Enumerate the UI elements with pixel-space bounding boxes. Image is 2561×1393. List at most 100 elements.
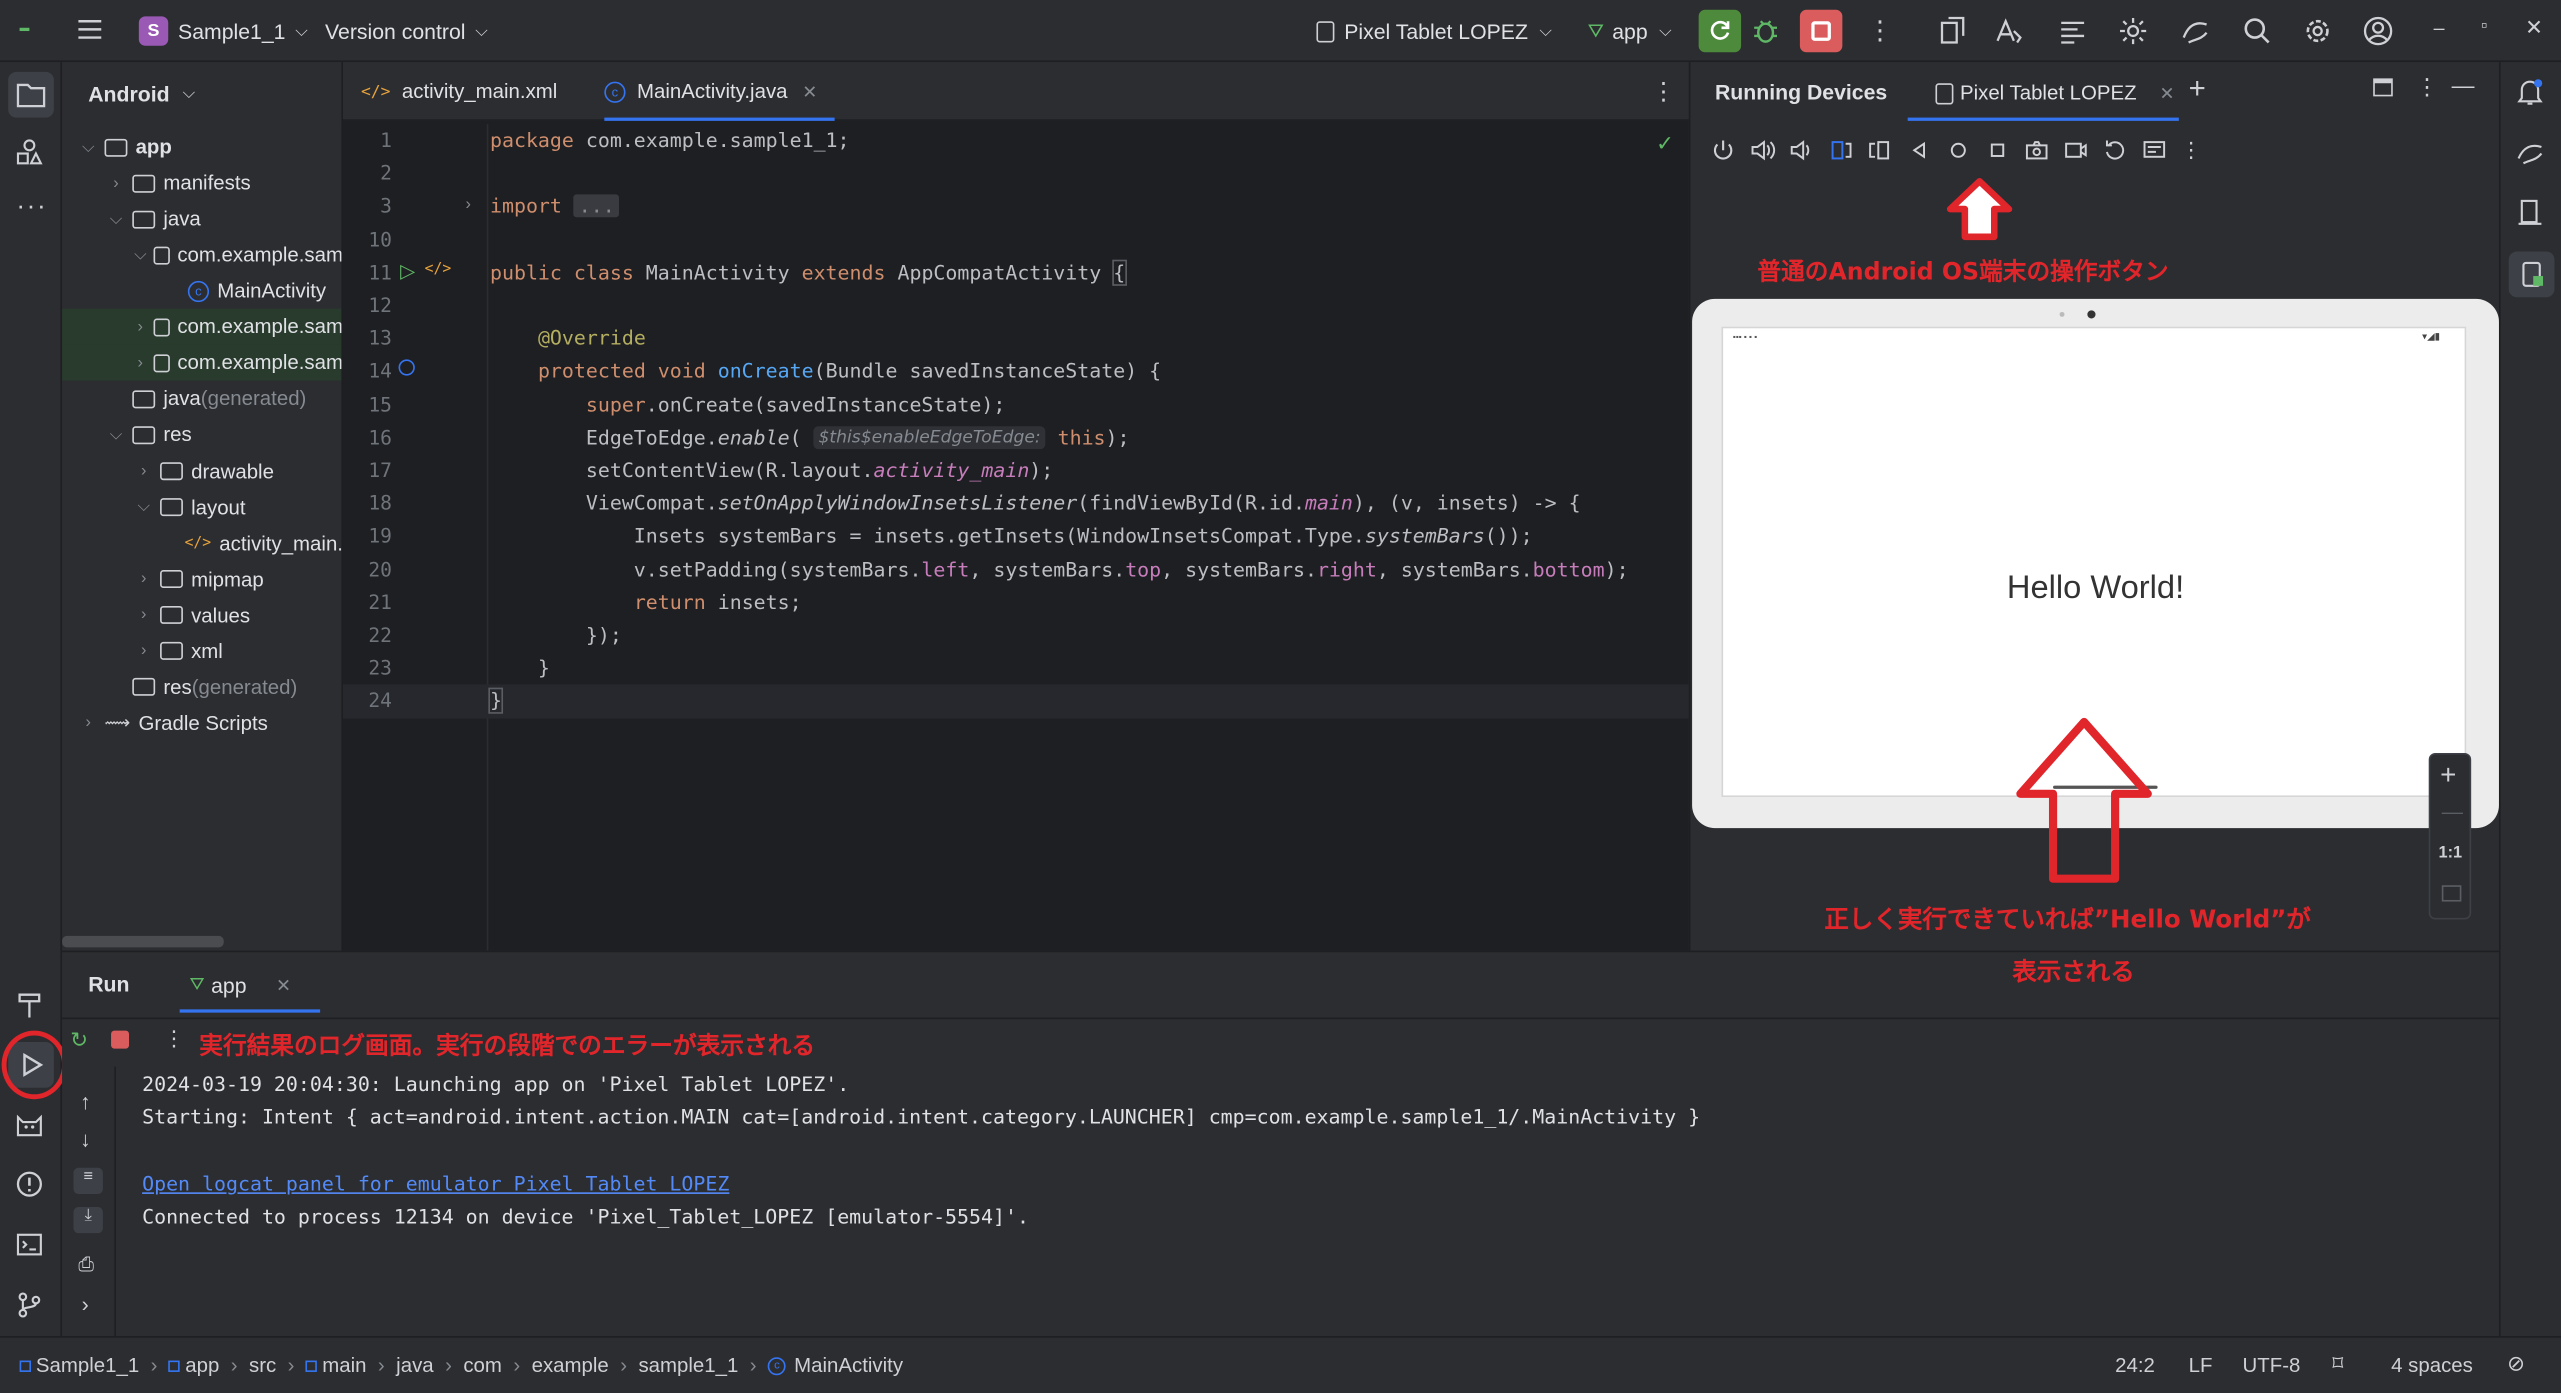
- chevron-right-icon[interactable]: ›: [106, 174, 126, 192]
- tree-item[interactable]: › com.example.sam: [62, 345, 342, 382]
- chevron-right-icon[interactable]: ›: [134, 318, 147, 336]
- horizontal-scrollbar[interactable]: [62, 935, 224, 948]
- line-separator[interactable]: LF: [2189, 1354, 2213, 1377]
- close-tab-icon[interactable]: ✕: [2159, 82, 2174, 104]
- chevron-right-icon[interactable]: ›: [78, 714, 98, 732]
- zoom-fit-icon[interactable]: [2441, 885, 2462, 902]
- scroll-to-end-icon[interactable]: ⤓: [73, 1207, 103, 1234]
- main-menu-icon[interactable]: [75, 15, 104, 44]
- code-line[interactable]: 2: [343, 157, 1689, 190]
- project-selector[interactable]: S Sample1_1 ⌵: [138, 13, 308, 49]
- code-line[interactable]: 13 @Override: [343, 322, 1689, 355]
- tree-item[interactable]: › xml: [62, 633, 341, 669]
- tree-item[interactable]: › mipmap: [62, 561, 341, 597]
- fold-import-chevron-icon[interactable]: ›: [465, 196, 470, 214]
- more-icon[interactable]: ⋮: [1867, 15, 1893, 48]
- chevron-right-icon[interactable]: ›: [134, 462, 154, 480]
- tree-item[interactable]: › ⟿ Gradle Scripts: [62, 706, 341, 742]
- tree-item[interactable]: ⌵ app: [62, 129, 341, 165]
- code-line[interactable]: 3 import ...: [343, 190, 1689, 223]
- overview-square-icon[interactable]: [1984, 137, 2010, 163]
- chevron-right-icon[interactable]: ›: [134, 570, 154, 588]
- sync-gradle-icon[interactable]: [2179, 15, 2212, 48]
- gradle-icon[interactable]: [2515, 137, 2544, 166]
- code-line[interactable]: 15 super .onCreate(savedInstanceState);: [343, 388, 1689, 421]
- add-device-icon[interactable]: +: [2189, 72, 2206, 106]
- tree-item[interactable]: ⌵ res: [62, 417, 341, 453]
- tree-item[interactable]: ⌵ java: [62, 201, 341, 237]
- translate-icon[interactable]: [1993, 15, 2026, 48]
- project-tool-button[interactable]: [8, 71, 54, 118]
- hide-panel-icon[interactable]: —: [2452, 72, 2475, 98]
- chevron-down-icon[interactable]: ⌵: [134, 246, 147, 264]
- device-manager-icon[interactable]: [1935, 15, 1968, 48]
- readonly-toggle-icon[interactable]: ⌑: [2332, 1351, 2343, 1377]
- code-line[interactable]: 10: [343, 223, 1689, 256]
- rerun-icon[interactable]: ↻: [70, 1027, 88, 1053]
- vcs-selector[interactable]: Version control ⌵: [325, 13, 488, 49]
- breadcrumb-item[interactable]: MainActivity: [794, 1354, 903, 1377]
- tree-item[interactable]: ⌵ com.example.sam: [62, 237, 341, 273]
- volume-down-icon[interactable]: [1788, 137, 1814, 163]
- code-line[interactable]: 23 }: [343, 652, 1689, 685]
- tree-item[interactable]: </> activity_main.: [62, 525, 342, 561]
- maximize-icon[interactable]: ▫: [2481, 16, 2487, 36]
- options-more-icon[interactable]: ⋮: [2416, 73, 2439, 101]
- caret-position[interactable]: 24:2: [2115, 1354, 2155, 1377]
- tree-item[interactable]: ⌵ layout: [62, 489, 341, 525]
- tree-item[interactable]: res (generated): [62, 669, 341, 705]
- tab-activity-main-xml[interactable]: </> activity_main.xml: [361, 62, 557, 121]
- code-line[interactable]: 12: [343, 289, 1689, 322]
- zoom-actual-size[interactable]: 1:1: [2439, 844, 2463, 862]
- profiler-icon[interactable]: [2056, 15, 2089, 48]
- tree-item[interactable]: java (generated): [62, 381, 341, 417]
- code-line[interactable]: 20 v.setPadding(systemBars. left, systemB…: [343, 553, 1689, 586]
- close-window-icon[interactable]: ✕: [2525, 15, 2543, 41]
- tree-item[interactable]: › manifests: [62, 165, 341, 201]
- zoom-in-icon[interactable]: +: [2440, 759, 2456, 792]
- resource-manager-icon[interactable]: [15, 137, 44, 166]
- chevron-down-icon[interactable]: ⌵: [78, 138, 98, 156]
- terminal-icon[interactable]: [15, 1230, 44, 1259]
- code-line[interactable]: 11 public class MainActivity extends AppC…: [343, 256, 1689, 289]
- scroll-down-arrow-icon[interactable]: ↓: [80, 1127, 91, 1151]
- soft-wrap-icon[interactable]: ≡: [73, 1167, 103, 1194]
- close-tab-icon[interactable]: ✕: [276, 974, 291, 996]
- tree-item[interactable]: › com.example.sam: [62, 309, 342, 346]
- settings-gear-icon[interactable]: [2117, 15, 2150, 48]
- layout-gutter-icon[interactable]: </>: [425, 261, 452, 277]
- screenshot-camera-icon[interactable]: [2024, 137, 2050, 163]
- code-line[interactable]: 14 protected void onCreate (Bundle savedI…: [343, 355, 1689, 388]
- debug-button[interactable]: [1749, 15, 1782, 48]
- tab-main-activity-java[interactable]: c MainActivity.java ✕: [604, 62, 835, 121]
- breadcrumb-item[interactable]: example: [532, 1354, 609, 1377]
- chevron-down-icon[interactable]: ⌵: [106, 210, 126, 228]
- code-line[interactable]: 24}: [342, 684, 1689, 718]
- git-branch-icon[interactable]: [15, 1290, 44, 1319]
- run-config-selector[interactable]: ⛛ app ⌵: [1588, 13, 1672, 49]
- toolbar-more-icon[interactable]: ⋮: [2180, 137, 2201, 163]
- code-line[interactable]: 19 Insets systemBars = insets.getInsets(…: [343, 520, 1689, 553]
- chevron-right-icon[interactable]: ›: [134, 354, 147, 372]
- scroll-up-arrow-icon[interactable]: ↑: [80, 1089, 91, 1113]
- rotate-left-icon[interactable]: [1828, 137, 1854, 163]
- logcat-icon[interactable]: [15, 1111, 44, 1140]
- breadcrumb-item[interactable]: java: [396, 1354, 433, 1377]
- breadcrumb-item[interactable]: sample1_1: [638, 1354, 738, 1377]
- search-icon[interactable]: [2241, 15, 2274, 48]
- tabs-more-icon[interactable]: ⋮: [1651, 77, 1675, 106]
- device-file-explorer-icon[interactable]: [2515, 198, 2544, 227]
- stop-icon[interactable]: [111, 1030, 130, 1049]
- extended-controls-icon[interactable]: [2141, 137, 2167, 163]
- file-encoding[interactable]: UTF-8: [2243, 1354, 2301, 1377]
- code-line[interactable]: 18 ViewCompat. setOnApplyWindowInsetsList…: [343, 487, 1689, 520]
- home-circle-icon[interactable]: [1945, 137, 1971, 163]
- lock-icon[interactable]: ⊘: [2507, 1351, 2525, 1377]
- chevron-down-icon[interactable]: ⌵: [106, 426, 126, 444]
- rotate-right-icon[interactable]: [1867, 137, 1893, 163]
- zoom-out-icon[interactable]: —: [2442, 799, 2463, 823]
- problems-icon[interactable]: [15, 1169, 44, 1198]
- tree-item[interactable]: c MainActivity: [62, 273, 341, 309]
- close-tab-icon[interactable]: ✕: [802, 81, 817, 102]
- rerun-button[interactable]: [1698, 9, 1742, 53]
